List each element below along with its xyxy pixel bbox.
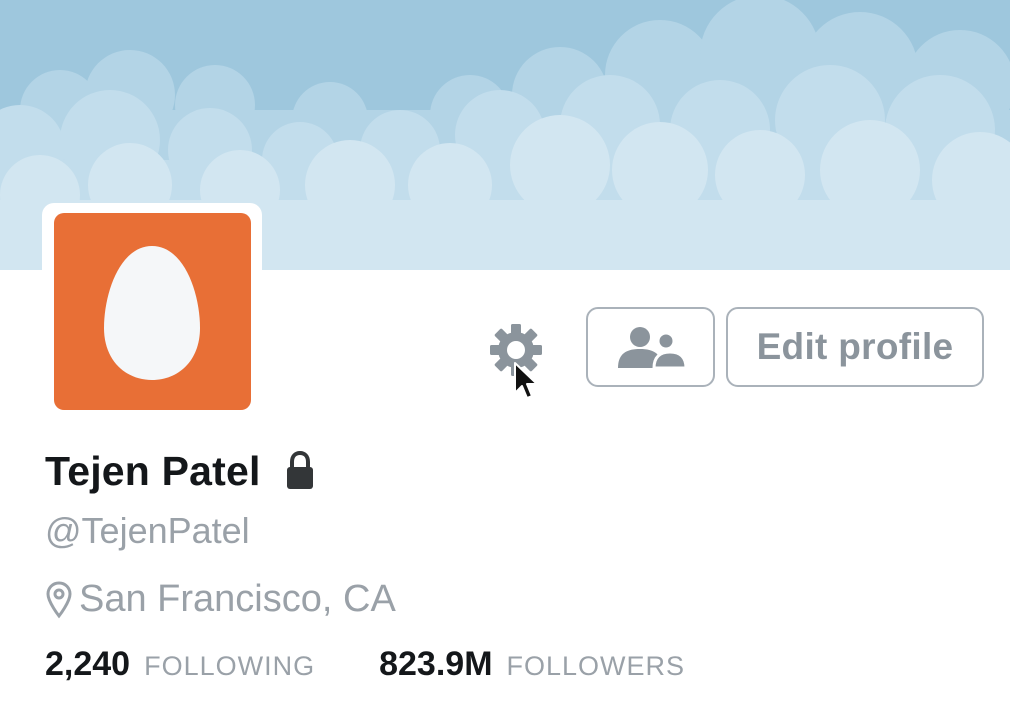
followers-label: FOLLOWERS [506,651,686,681]
avatar-frame [42,203,262,419]
following-label: FOLLOWING [144,651,316,681]
followers-count: 823.9M [379,645,493,683]
profile-stats: 2,240 FOLLOWING 823.9M FOLLOWERS [45,645,685,684]
followers-stat[interactable]: 823.9M FOLLOWERS [379,645,685,684]
following-stat[interactable]: 2,240 FOLLOWING [45,645,315,684]
lists-button[interactable] [586,307,715,387]
gear-icon [490,324,542,376]
edit-profile-label: Edit profile [756,326,954,367]
edit-profile-button[interactable]: Edit profile [726,307,984,387]
profile-page: Edit profile Tejen Patel @TejenPatel San… [0,0,1010,706]
profile-location-row: San Francisco, CA [45,578,396,621]
egg-icon [54,213,251,410]
settings-gear-button[interactable] [488,322,544,378]
people-icon [617,327,688,370]
profile-name-row: Tejen Patel [45,446,317,496]
profile-location: San Francisco, CA [79,578,396,620]
following-count: 2,240 [45,645,131,683]
avatar[interactable] [54,213,251,410]
profile-handle: @TejenPatel [45,510,250,551]
location-pin-icon [46,580,72,618]
lock-icon [286,451,313,489]
profile-name: Tejen Patel [45,447,261,494]
